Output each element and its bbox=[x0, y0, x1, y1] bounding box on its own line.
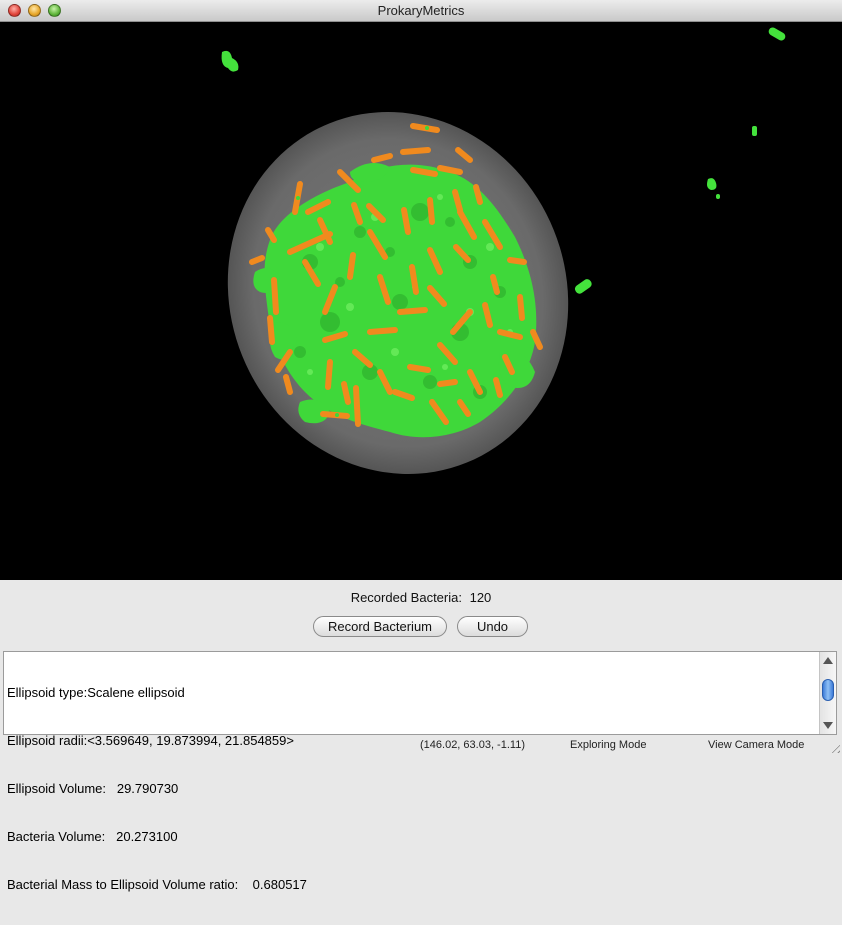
controls-panel: Recorded Bacteria: 120 Record Bacterium … bbox=[0, 580, 842, 650]
recorded-count: 120 bbox=[469, 590, 492, 605]
info-text-area[interactable]: Ellipsoid type:Scalene ellipsoid Ellipso… bbox=[3, 651, 837, 892]
resize-grip-icon[interactable] bbox=[828, 741, 840, 753]
info-ellipsoid-volume: Ellipsoid Volume: 29.790730 bbox=[7, 781, 179, 796]
recorded-bacteria: Recorded Bacteria: 120 bbox=[0, 590, 842, 605]
status-coordinates: (146.02, 63.03, -1.11) bbox=[420, 739, 525, 751]
info-mass-ratio: Bacterial Mass to Ellipsoid Volume ratio… bbox=[7, 877, 307, 892]
window-title: ProkaryMetrics bbox=[377, 3, 465, 18]
status-mode: Exploring Mode bbox=[570, 739, 647, 751]
scroll-thumb[interactable] bbox=[822, 679, 834, 701]
scroll-up-icon[interactable] bbox=[823, 657, 833, 664]
record-bacterium-button[interactable]: Record Bacterium bbox=[313, 616, 447, 637]
info-ellipsoid-type: Ellipsoid type:Scalene ellipsoid bbox=[7, 685, 185, 700]
scroll-down-icon[interactable] bbox=[823, 722, 833, 729]
status-bar: (146.02, 63.03, -1.11) Exploring Mode Vi… bbox=[0, 735, 842, 755]
status-camera-mode: View Camera Mode bbox=[708, 739, 805, 751]
scene-render bbox=[221, 27, 786, 474]
undo-button[interactable]: Undo bbox=[457, 616, 528, 637]
info-bacteria-volume: Bacteria Volume: 20.273100 bbox=[7, 829, 178, 844]
info-scrollbar[interactable] bbox=[819, 652, 836, 734]
info-lines: Ellipsoid type:Scalene ellipsoid Ellipso… bbox=[7, 653, 814, 925]
3d-viewport[interactable] bbox=[0, 22, 842, 580]
recorded-label: Recorded Bacteria: bbox=[350, 590, 462, 605]
title-bar: ProkaryMetrics bbox=[0, 0, 842, 22]
